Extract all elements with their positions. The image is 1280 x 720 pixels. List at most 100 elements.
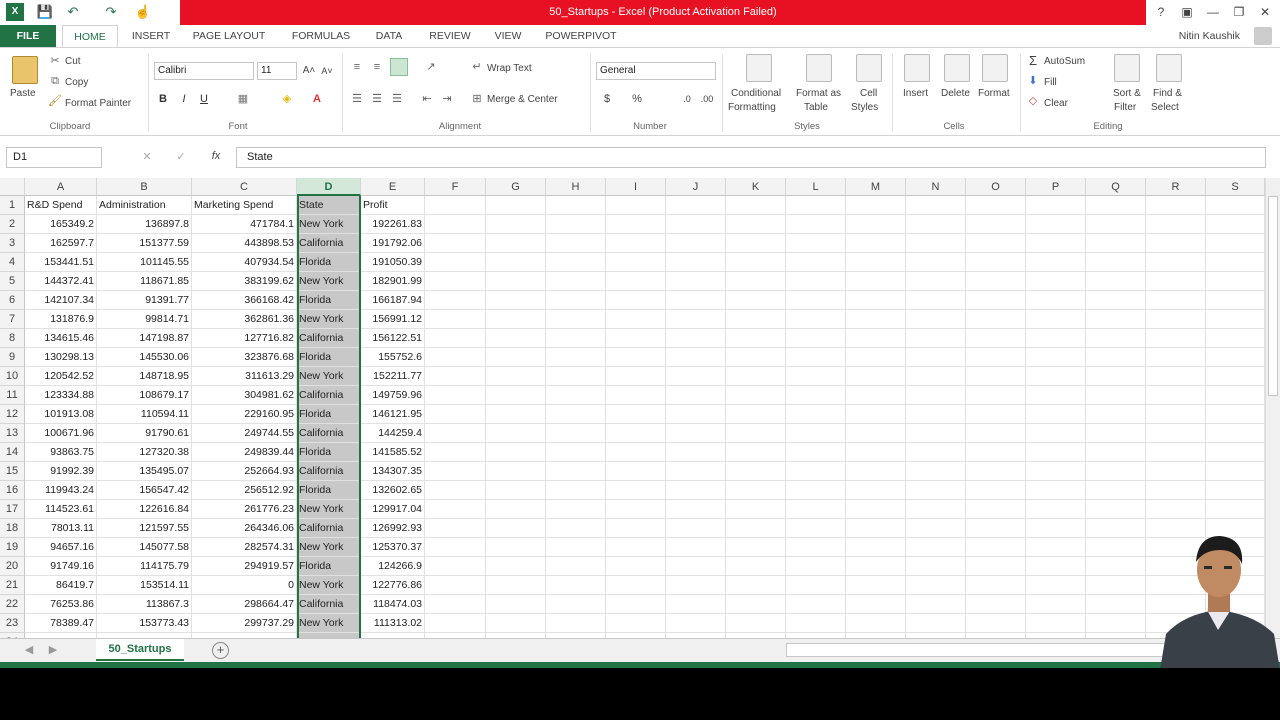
empty-cell[interactable] (726, 519, 786, 538)
table-cell[interactable]: 256512.92 (192, 481, 297, 500)
empty-cell[interactable] (966, 291, 1026, 310)
empty-cell[interactable] (425, 576, 486, 595)
table-cell[interactable]: California (297, 386, 361, 405)
table-cell[interactable]: 114523.61 (25, 500, 97, 519)
table-cell[interactable]: 86419.7 (25, 576, 97, 595)
table-cell[interactable]: Florida (297, 348, 361, 367)
table-cell[interactable]: 135495.07 (97, 462, 192, 481)
column-header-a[interactable]: A (25, 178, 97, 196)
row-header[interactable]: 22 (0, 595, 25, 614)
row-header[interactable]: 15 (0, 462, 25, 481)
insert-cells-button[interactable]: Insert (903, 88, 928, 99)
table-cell[interactable]: Florida (297, 405, 361, 424)
table-cell[interactable]: 136897.8 (97, 215, 192, 234)
table-cell[interactable]: 298664.47 (192, 595, 297, 614)
empty-cell[interactable] (425, 310, 486, 329)
empty-cell[interactable] (966, 215, 1026, 234)
table-cell[interactable]: 407934.54 (192, 253, 297, 272)
table-cell[interactable]: 111313.02 (361, 614, 425, 633)
empty-cell[interactable] (1206, 348, 1265, 367)
empty-cell[interactable] (666, 500, 726, 519)
table-cell[interactable]: 153773.43 (97, 614, 192, 633)
empty-cell[interactable] (666, 557, 726, 576)
empty-cell[interactable] (1086, 557, 1146, 576)
table-cell[interactable]: New York (297, 215, 361, 234)
empty-cell[interactable] (486, 215, 546, 234)
table-cell[interactable]: 261776.23 (192, 500, 297, 519)
empty-cell[interactable] (966, 253, 1026, 272)
header-cell[interactable]: Profit (361, 196, 425, 215)
table-cell[interactable]: California (297, 519, 361, 538)
empty-cell[interactable] (1086, 405, 1146, 424)
empty-cell[interactable] (846, 405, 906, 424)
empty-cell[interactable] (666, 196, 726, 215)
table-cell[interactable]: 114175.79 (97, 557, 192, 576)
table-cell[interactable]: 366168.42 (192, 291, 297, 310)
empty-cell[interactable] (906, 481, 966, 500)
table-cell[interactable]: New York (297, 272, 361, 291)
table-cell[interactable]: 126992.93 (361, 519, 425, 538)
empty-cell[interactable] (425, 405, 486, 424)
avatar[interactable] (1254, 27, 1272, 45)
empty-cell[interactable] (726, 196, 786, 215)
table-cell[interactable]: 153514.11 (97, 576, 192, 595)
empty-cell[interactable] (486, 424, 546, 443)
sort-filter-label-2[interactable]: Filter (1114, 102, 1136, 113)
table-cell[interactable]: 94657.16 (25, 538, 97, 557)
empty-cell[interactable] (606, 291, 666, 310)
empty-cell[interactable] (786, 462, 846, 481)
empty-cell[interactable] (425, 424, 486, 443)
paste-button[interactable]: Paste (10, 88, 36, 99)
table-cell[interactable]: 156122.51 (361, 329, 425, 348)
empty-cell[interactable] (846, 557, 906, 576)
empty-cell[interactable] (1206, 462, 1265, 481)
column-header-l[interactable]: L (786, 178, 846, 196)
empty-cell[interactable] (846, 348, 906, 367)
empty-cell[interactable] (606, 272, 666, 291)
conditional-formatting-label-1[interactable]: Conditional (731, 88, 781, 99)
empty-cell[interactable] (786, 614, 846, 633)
empty-cell[interactable] (606, 405, 666, 424)
align-left-icon[interactable]: ☰ (350, 92, 364, 106)
table-cell[interactable]: 123334.88 (25, 386, 97, 405)
empty-cell[interactable] (486, 557, 546, 576)
cell-styles-label-2[interactable]: Styles (851, 102, 878, 113)
table-cell[interactable]: 100671.96 (25, 424, 97, 443)
user-name[interactable]: Nitin Kaushik (1179, 25, 1240, 47)
table-cell[interactable]: Florida (297, 481, 361, 500)
empty-cell[interactable] (906, 462, 966, 481)
header-cell[interactable]: Marketing Spend (192, 196, 297, 215)
empty-cell[interactable] (546, 348, 606, 367)
empty-cell[interactable] (1206, 291, 1265, 310)
empty-cell[interactable] (1026, 538, 1086, 557)
empty-cell[interactable] (846, 272, 906, 291)
paste-icon[interactable] (12, 56, 38, 84)
empty-cell[interactable] (1026, 595, 1086, 614)
empty-cell[interactable] (1206, 234, 1265, 253)
column-header-i[interactable]: I (606, 178, 666, 196)
empty-cell[interactable] (1146, 405, 1206, 424)
empty-cell[interactable] (966, 424, 1026, 443)
empty-cell[interactable] (966, 196, 1026, 215)
table-cell[interactable]: Florida (297, 443, 361, 462)
empty-cell[interactable] (1146, 272, 1206, 291)
empty-cell[interactable] (786, 272, 846, 291)
empty-cell[interactable] (846, 291, 906, 310)
column-header-h[interactable]: H (546, 178, 606, 196)
table-cell[interactable]: 471784.1 (192, 215, 297, 234)
table-cell[interactable]: 91790.61 (97, 424, 192, 443)
column-header-f[interactable]: F (425, 178, 486, 196)
cell-styles-label-1[interactable]: Cell (860, 88, 877, 99)
empty-cell[interactable] (1086, 272, 1146, 291)
merge-center-button[interactable]: Merge & Center (487, 94, 558, 105)
align-center-icon[interactable]: ☰ (370, 92, 384, 106)
empty-cell[interactable] (486, 443, 546, 462)
empty-cell[interactable] (606, 329, 666, 348)
column-header-r[interactable]: R (1146, 178, 1206, 196)
row-header[interactable]: 6 (0, 291, 25, 310)
empty-cell[interactable] (606, 424, 666, 443)
empty-cell[interactable] (486, 329, 546, 348)
empty-cell[interactable] (606, 481, 666, 500)
empty-cell[interactable] (846, 386, 906, 405)
column-header-g[interactable]: G (486, 178, 546, 196)
